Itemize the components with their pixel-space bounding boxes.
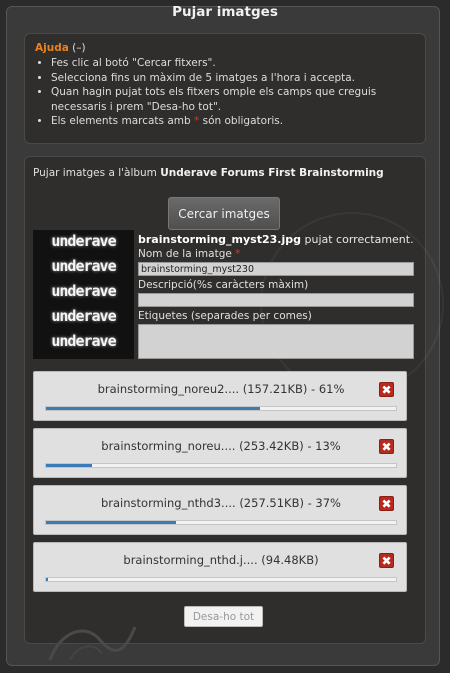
remove-icon[interactable]: ✖ — [379, 496, 394, 511]
queue-item-name: brainstorming_nthd3.... (257.51KB) - 37% — [100, 496, 341, 510]
thumbnail-text: underave — [51, 282, 116, 300]
thumbnail-text: underave — [51, 257, 116, 275]
queue-item-name: brainstorming_noreu2.... (157.21KB) - 61… — [97, 382, 345, 396]
progress-bar — [45, 463, 397, 468]
tags-input[interactable] — [138, 324, 414, 359]
queue-item-name: brainstorming_nthd.j.... (94.48KB) — [123, 553, 319, 567]
tags-label: Etiquetes (separades per comes) — [138, 310, 312, 322]
progress-fill — [46, 407, 260, 410]
window-title: Pujar imatges — [172, 4, 278, 20]
progress-fill — [46, 464, 92, 467]
thumbnail-text: underave — [51, 307, 116, 325]
browse-images-button[interactable]: Cercar imatges — [168, 197, 280, 230]
help-item: Fes clic al botó "Cercar fitxers". — [51, 56, 415, 71]
upload-intro: Pujar imatges a l'àlbum Underave Forums … — [33, 167, 384, 179]
image-name-label: Nom de la imatge * — [138, 248, 240, 260]
help-item-required: Els elements marcats amb * són obligator… — [51, 114, 415, 129]
help-item: Quan hagin pujat tots els fitxers omple … — [51, 85, 415, 114]
queue-item-name: brainstorming_noreu.... (253.42KB) - 13% — [101, 439, 341, 453]
album-name: Underave Forums First Brainstorming — [160, 167, 384, 179]
help-item-text: Els elements marcats amb — [51, 115, 191, 127]
help-item: Selecciona fins un màxim de 5 imatges a … — [51, 71, 415, 86]
description-input[interactable] — [138, 293, 414, 307]
help-item-text: són obligatoris. — [202, 115, 284, 127]
upload-success-text: pujat correctament. — [304, 233, 414, 246]
image-name-input[interactable]: brainstorming_myst230 — [138, 262, 414, 276]
decorative-swirl-icon — [48, 626, 137, 661]
upload-queue-item: brainstorming_noreu2.... (157.21KB) - 61… — [33, 371, 407, 421]
upload-success-message: brainstorming_myst23.jpg pujat correctam… — [138, 233, 414, 246]
thumbnail-text: underave — [51, 332, 116, 350]
help-header: Ajuda (–) — [35, 42, 415, 54]
progress-bar — [45, 577, 397, 582]
remove-icon[interactable]: ✖ — [379, 439, 394, 454]
upload-queue-item: brainstorming_nthd.j.... (94.48KB) ✖ — [33, 542, 407, 592]
required-mark: * — [235, 248, 241, 260]
upload-queue-item: brainstorming_noreu.... (253.42KB) - 13%… — [33, 428, 407, 478]
description-label: Descripció(%s caràcters màxim) — [138, 279, 309, 291]
progress-bar — [45, 520, 397, 525]
remove-icon[interactable]: ✖ — [379, 553, 394, 568]
progress-fill — [46, 521, 176, 524]
save-all-button[interactable]: Desa-ho tot — [184, 606, 263, 627]
uploaded-filename: brainstorming_myst23.jpg — [138, 233, 301, 246]
upload-intro-text: Pujar imatges a l'àlbum — [33, 167, 157, 179]
progress-fill — [46, 578, 48, 581]
upload-queue-item: brainstorming_nthd3.... (257.51KB) - 37%… — [33, 485, 407, 535]
image-name-label-text: Nom de la imatge — [138, 248, 232, 260]
help-list: Fes clic al botó "Cercar fitxers". Selec… — [35, 56, 415, 129]
help-toggle[interactable]: (–) — [72, 42, 85, 54]
help-heading: Ajuda — [35, 42, 69, 54]
remove-icon[interactable]: ✖ — [379, 382, 394, 397]
progress-bar — [45, 406, 397, 411]
thumbnail-text: underave — [51, 232, 116, 250]
image-thumbnail: underave underave underave underave unde… — [33, 230, 134, 359]
help-panel: Ajuda (–) Fes clic al botó "Cercar fitxe… — [24, 33, 426, 144]
required-mark: * — [194, 115, 200, 127]
